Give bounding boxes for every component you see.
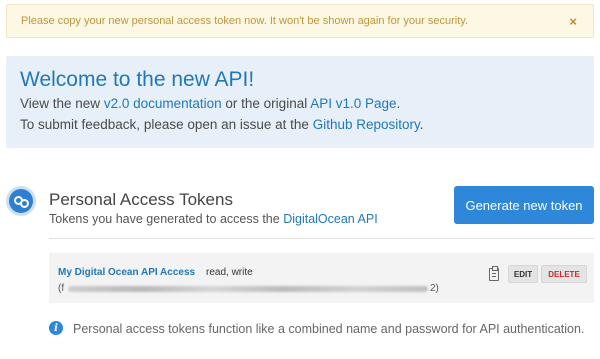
welcome-banner: Welcome to the new API! View the new v2.…: [6, 56, 594, 148]
section-subtitle-text: Tokens you have generated to access the: [49, 212, 284, 226]
info-icon: i: [49, 321, 63, 335]
token-value-open: (f: [58, 283, 65, 294]
info-text: Personal access tokens function like a c…: [73, 322, 585, 336]
token-warning-alert: Please copy your new personal access tok…: [6, 4, 594, 38]
welcome-line1-prefix: View the new: [20, 96, 104, 111]
api-v1-page-link[interactable]: API v1.0 Page: [310, 96, 396, 111]
tokens-icon: [6, 186, 36, 216]
token-value-redacted: [68, 286, 428, 292]
v2-documentation-link[interactable]: v2.0 documentation: [104, 96, 222, 111]
token-row: My Digital Ocean API Access read, write …: [49, 253, 594, 303]
divider: [49, 238, 594, 239]
close-icon[interactable]: ×: [569, 14, 577, 29]
welcome-line-docs: View the new v2.0 documentation or the o…: [20, 96, 400, 111]
token-name-link[interactable]: My Digital Ocean API Access: [58, 267, 195, 278]
generate-new-token-button[interactable]: Generate new token: [454, 186, 594, 224]
section-subtitle: Tokens you have generated to access the …: [49, 212, 378, 226]
token-scopes: read, write: [206, 267, 253, 278]
welcome-line2-suffix: .: [419, 117, 424, 132]
welcome-line1-suffix: .: [396, 96, 401, 111]
edit-button[interactable]: EDIT: [508, 265, 538, 283]
github-repository-link[interactable]: Github Repository: [313, 117, 420, 132]
welcome-line2-prefix: To submit feedback, please open an issue…: [20, 117, 313, 132]
digitalocean-api-link[interactable]: DigitalOcean API: [283, 212, 378, 226]
clipboard-icon[interactable]: [489, 266, 499, 281]
delete-button[interactable]: DELETE: [541, 265, 587, 283]
welcome-line1-middle: or the original: [221, 96, 311, 111]
token-value-close: 2): [430, 283, 439, 294]
section-title: Personal Access Tokens: [49, 190, 233, 209]
alert-message: Please copy your new personal access tok…: [21, 15, 469, 27]
welcome-line-feedback: To submit feedback, please open an issue…: [20, 117, 424, 132]
welcome-title: Welcome to the new API!: [20, 68, 255, 91]
token-value[interactable]: (f 2): [58, 283, 439, 295]
